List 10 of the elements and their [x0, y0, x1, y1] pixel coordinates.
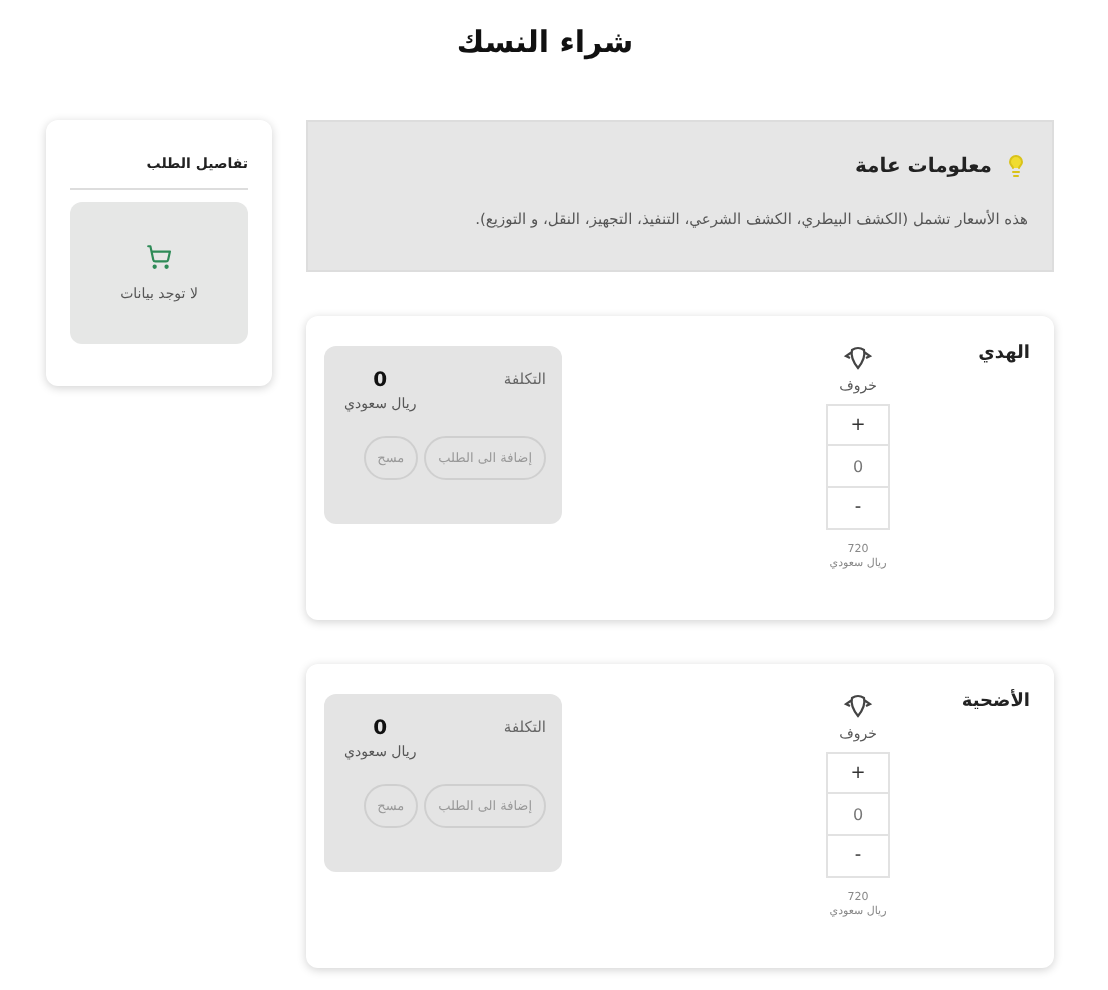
page-title: شراء النسك: [454, 24, 636, 60]
cost-value: 0: [373, 718, 388, 740]
sheep-icon: [842, 692, 874, 720]
cost-value: 0: [373, 370, 388, 392]
info-title: معلومات عامة: [854, 155, 992, 177]
cart-icon: [146, 244, 172, 270]
sheep-icon: [842, 344, 874, 372]
lightbulb-icon: [1004, 154, 1028, 178]
product-name: الهدي: [976, 344, 1030, 364]
product-name: الأضحية: [959, 692, 1030, 712]
